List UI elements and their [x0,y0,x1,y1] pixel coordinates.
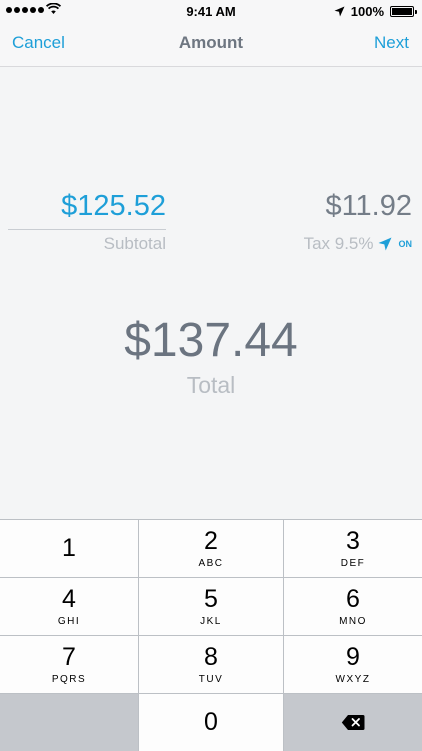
subtotal-value[interactable]: $125.52 [8,190,166,230]
key-letters: ABC [198,557,224,569]
key-digit: 9 [346,642,360,671]
key-digit: 3 [346,526,360,555]
key-letters: WXYZ [335,673,371,685]
key-7[interactable]: 7 PQRS [0,636,138,693]
total-value: $137.44 [124,314,298,367]
key-8[interactable]: 8 TUV [139,636,283,693]
delete-key[interactable] [284,694,422,751]
key-letters: MNO [339,615,367,627]
key-9[interactable]: 9 WXYZ [284,636,422,693]
backspace-icon [341,715,365,730]
total-label: Total [186,372,236,398]
key-2[interactable]: 2 ABC [139,520,283,577]
battery-icon [390,6,417,17]
tax-value: $11.92 [325,190,412,222]
key-6[interactable]: 6 MNO [284,578,422,635]
key-letters: TUV [198,673,224,685]
key-letters: GHI [57,615,81,627]
key-digit: 4 [62,584,76,613]
key-digit: 6 [346,584,360,613]
tax-location-toggle[interactable]: ON [399,239,413,249]
key-digit: 0 [204,708,218,736]
key-digit: 2 [204,526,218,555]
key-0[interactable]: 0 [139,694,283,751]
key-5[interactable]: 5 JKL [139,578,283,635]
key-1[interactable]: 1 [0,520,138,577]
battery-percent: 100% [350,4,384,19]
key-blank [0,694,138,751]
key-digit: 1 [62,534,76,562]
subtotal-label: Subtotal [103,234,166,253]
number-keypad: 1 2 ABC 3 DEF 4 GHI 5 JKL 6 MNO 7 PQRS 8… [0,519,422,751]
key-digit: 8 [204,642,218,671]
key-4[interactable]: 4 GHI [0,578,138,635]
amount-panel: $125.52 Subtotal $11.92 Tax 9.5% ON $137… [0,67,422,519]
key-digit: 5 [204,584,218,613]
key-letters: DEF [340,557,366,569]
page-title: Amount [178,33,244,52]
key-3[interactable]: 3 DEF [284,520,422,577]
key-letters: JKL [200,615,222,627]
location-arrow-icon [378,237,391,251]
key-letters: PQRS [51,673,87,685]
key-digit: 7 [62,642,76,671]
status-bar: 9:41 AM 100% [0,0,422,22]
navigation-bar: Cancel Amount Next [0,22,422,67]
next-button[interactable]: Next [374,33,409,53]
tax-label: Tax 9.5% [303,234,374,253]
tax-row[interactable]: Tax 9.5% ON [304,234,412,254]
location-arrow-icon [334,6,345,17]
